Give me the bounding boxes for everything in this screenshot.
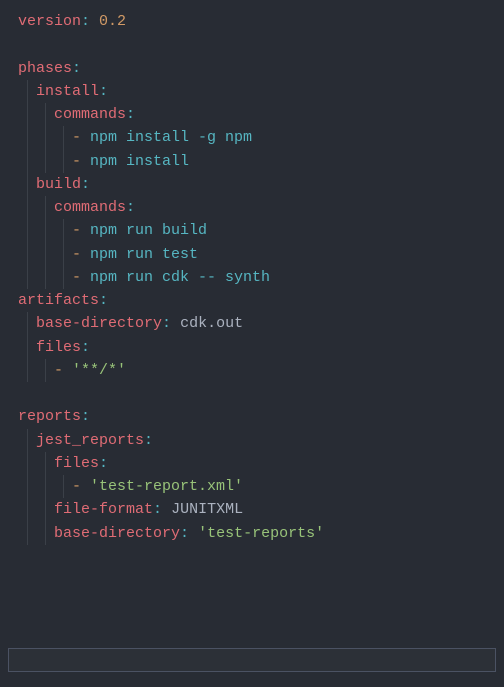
value-version: 0.2: [99, 13, 126, 30]
line-version: version: 0.2: [18, 10, 504, 33]
key-install: install: [36, 83, 99, 100]
line-build: build:: [18, 173, 504, 196]
key-build: build: [36, 176, 81, 193]
line-artifacts-basedir: base-directory: cdk.out: [18, 312, 504, 335]
key-reports: reports: [18, 408, 81, 425]
value-file-format: JUNITXML: [171, 501, 243, 518]
key-jest-reports: jest_reports: [36, 432, 144, 449]
cursor-highlight: [8, 648, 496, 672]
value-artifacts-glob: '**/*': [72, 362, 126, 379]
line-build-cmd2: - npm run test: [18, 243, 504, 266]
line-artifacts-glob: - '**/*': [18, 359, 504, 382]
line-jest-reports: jest_reports:: [18, 429, 504, 452]
key-base-directory-reports: base-directory: [54, 525, 180, 542]
line-phases: phases:: [18, 57, 504, 80]
yaml-code-block: version: 0.2 phases: install: commands: …: [0, 0, 504, 555]
line-reports: reports:: [18, 405, 504, 428]
line-install-cmd2: - npm install: [18, 150, 504, 173]
line-install-commands: commands:: [18, 103, 504, 126]
key-files: files: [36, 339, 81, 356]
line-build-commands: commands:: [18, 196, 504, 219]
key-artifacts: artifacts: [18, 292, 99, 309]
key-phases: phases: [18, 60, 72, 77]
line-build-cmd3: - npm run cdk -- synth: [18, 266, 504, 289]
line-artifacts-files: files:: [18, 336, 504, 359]
cmd-build-3: npm run cdk -- synth: [90, 269, 270, 286]
line-install-cmd1: - npm install -g npm: [18, 126, 504, 149]
line-reports-basedir: base-directory: 'test-reports': [18, 522, 504, 545]
line-install: install:: [18, 80, 504, 103]
key-commands: commands: [54, 106, 126, 123]
key-commands-build: commands: [54, 199, 126, 216]
blank-line-2: [18, 382, 504, 405]
value-artifacts-basedir: cdk.out: [180, 315, 243, 332]
line-build-cmd1: - npm run build: [18, 219, 504, 242]
blank-line: [18, 33, 504, 56]
key-files-reports: files: [54, 455, 99, 472]
value-report-file: 'test-report.xml': [90, 478, 243, 495]
cmd-install-2: npm install: [90, 153, 189, 170]
cmd-install-1: npm install -g npm: [90, 129, 252, 146]
cmd-build-2: npm run test: [90, 246, 198, 263]
line-file-format: file-format: JUNITXML: [18, 498, 504, 521]
cmd-build-1: npm run build: [90, 222, 207, 239]
line-report-file: - 'test-report.xml': [18, 475, 504, 498]
key-base-directory: base-directory: [36, 315, 162, 332]
line-artifacts: artifacts:: [18, 289, 504, 312]
key-version: version: [18, 13, 81, 30]
line-reports-files: files:: [18, 452, 504, 475]
key-file-format: file-format: [54, 501, 153, 518]
value-reports-basedir: 'test-reports': [198, 525, 324, 542]
